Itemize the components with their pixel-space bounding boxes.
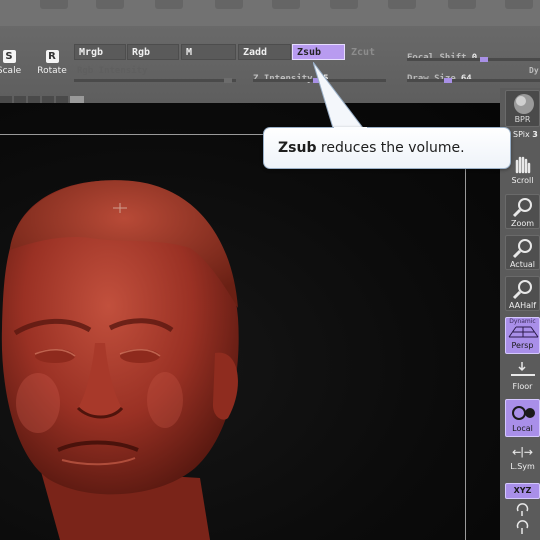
- scale-icon: S: [2, 50, 16, 63]
- tooltip-callout: Zsub reduces the volume.: [263, 127, 511, 169]
- zadd-button[interactable]: Zadd: [238, 44, 291, 60]
- rotate-icon: R: [45, 50, 59, 63]
- bpr-button[interactable]: BPR: [505, 90, 540, 127]
- menu-tab[interactable]: [388, 0, 416, 9]
- menu-tab[interactable]: [215, 0, 243, 9]
- document-border-right: [465, 134, 466, 540]
- lsym-button[interactable]: L.Sym: [505, 444, 540, 476]
- magnifier-actual-icon: [512, 239, 532, 259]
- menu-tab[interactable]: [40, 0, 68, 9]
- rotate-y-button[interactable]: [505, 502, 540, 518]
- local-button[interactable]: Local: [505, 399, 540, 437]
- rotate-button[interactable]: R Rotate: [29, 50, 75, 76]
- menu-tab[interactable]: [448, 0, 476, 9]
- rotate-axis-icon: [516, 503, 529, 516]
- floor-icon: [511, 362, 535, 376]
- menu-tab[interactable]: [96, 0, 124, 9]
- actual-label: Actual: [509, 260, 536, 269]
- aahalf-label: AAHalf: [508, 301, 537, 310]
- scale-label: Scale: [0, 66, 22, 76]
- rotate-label: Rotate: [37, 66, 67, 76]
- draw-size-slider[interactable]: [407, 78, 540, 83]
- xyz-label: XYZ: [513, 486, 532, 495]
- rgb-intensity-label: Rgb Intensity: [77, 66, 148, 76]
- callout-text: Zsub reduces the volume.: [278, 140, 465, 156]
- focal-shift-row: Focal Shift 0: [407, 45, 477, 64]
- zsub-button[interactable]: Zsub: [292, 44, 345, 60]
- floor-label: Floor: [512, 382, 533, 391]
- callout-description: reduces the volume.: [316, 140, 465, 156]
- toolbar-indicator-row: [0, 89, 100, 104]
- top-menu-strip: [0, 0, 540, 26]
- menu-tab[interactable]: [330, 0, 358, 9]
- mrgb-button[interactable]: Mrgb: [74, 44, 126, 60]
- bpr-label: BPR: [514, 115, 531, 124]
- rotate-axis-z-icon: [516, 520, 529, 534]
- scroll-label: Scroll: [511, 176, 534, 185]
- zcut-button[interactable]: Zcut: [346, 44, 386, 60]
- symmetry-icon: [512, 447, 533, 458]
- m-button[interactable]: M: [181, 44, 236, 60]
- xyz-button[interactable]: XYZ: [505, 483, 540, 499]
- rgb-intensity-slider[interactable]: [74, 78, 236, 83]
- spix-label: SPix: [513, 130, 530, 139]
- sphere-icon: [514, 94, 534, 114]
- local-label: Local: [512, 424, 533, 433]
- draw-size-row: Draw Size 64: [407, 66, 472, 85]
- zoom-button[interactable]: Zoom: [505, 194, 540, 229]
- zoom-label: Zoom: [510, 219, 535, 228]
- dynamic-size-label[interactable]: Dy: [529, 66, 539, 75]
- menu-tab[interactable]: [272, 0, 300, 9]
- lsym-label: L.Sym: [510, 462, 535, 471]
- sculpted-head-model[interactable]: [0, 168, 250, 540]
- menu-tab[interactable]: [505, 0, 533, 9]
- aahalf-button[interactable]: AAHalf: [505, 276, 540, 311]
- menu-tab[interactable]: [155, 0, 183, 9]
- brush-cursor-icon: [113, 203, 127, 213]
- perspective-grid-icon: [508, 326, 539, 338]
- scale-button[interactable]: S Scale: [0, 50, 32, 76]
- local-rotate-icon: [512, 406, 535, 420]
- magnifier-aahalf-icon: [512, 280, 532, 300]
- persp-button[interactable]: Dynamic Persp: [505, 317, 540, 354]
- floor-button[interactable]: Floor: [505, 358, 540, 392]
- callout-seam: [334, 127, 367, 130]
- spix-value: 3: [532, 130, 538, 139]
- focal-shift-slider[interactable]: [407, 57, 540, 62]
- rgb-button[interactable]: Rgb: [127, 44, 179, 60]
- top-toolbar: S Scale R Rotate Mrgb Rgb M Zadd Zsub Zc…: [0, 0, 540, 104]
- callout-bold-term: Zsub: [278, 140, 317, 156]
- dynamic-label[interactable]: Dynamic: [506, 318, 539, 325]
- callout-pointer: [313, 62, 365, 129]
- magnifier-icon: [512, 198, 532, 218]
- actual-button[interactable]: Actual: [505, 235, 540, 270]
- persp-label: Persp: [511, 341, 534, 350]
- rotate-z-button[interactable]: [505, 520, 540, 536]
